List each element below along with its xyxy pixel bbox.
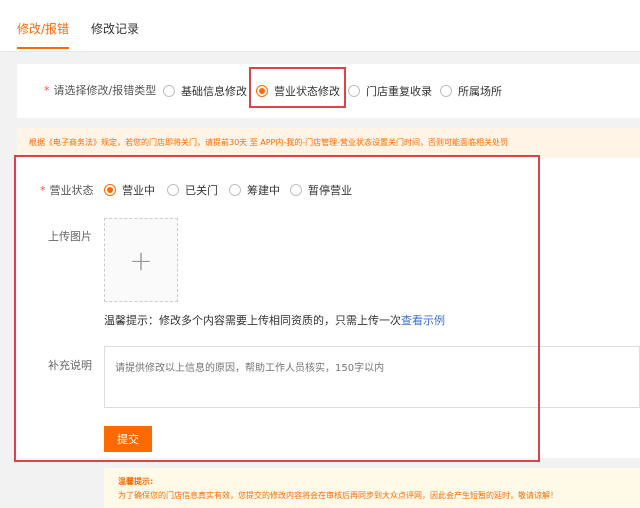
- radio-venue[interactable]: 所属场所: [440, 83, 502, 99]
- error-type-label-text: 请选择修改/报错类型: [53, 84, 157, 97]
- legal-notice-banner: 根据《电子商务法》规定，若您的门店即将关门，请提前30天 至 APP内-我的-门…: [17, 128, 640, 158]
- error-type-label: * 请选择修改/报错类型: [44, 82, 156, 98]
- active-tab-indicator: [17, 47, 69, 49]
- tab-report-error[interactable]: 修改/报错: [17, 20, 69, 37]
- tab-edit-history[interactable]: 修改记录: [91, 20, 139, 37]
- status-form-highlight: [14, 155, 540, 462]
- radio-label: 所属场所: [458, 85, 502, 98]
- radio-basic-info[interactable]: 基础信息修改: [163, 83, 247, 99]
- bottom-tip-box: 温馨提示: 为了确保您的门店信息真实有效，您提交的修改内容将会在审核后再同步到大…: [104, 468, 640, 508]
- tab-bar: 修改/报错 修改记录: [0, 0, 640, 52]
- business-status-highlight: [249, 67, 346, 108]
- bottom-tip-title: 温馨提示:: [118, 477, 154, 486]
- required-star: *: [44, 84, 50, 97]
- radio-label: 门店重复收录: [366, 85, 432, 98]
- radio-circle[interactable]: [163, 85, 175, 97]
- radio-label: 基础信息修改: [181, 85, 247, 98]
- radio-circle[interactable]: [440, 85, 452, 97]
- bottom-tip-text: 为了确保您的门店信息真实有效，您提交的修改内容将会在审核后再同步到大众点评网，因…: [118, 491, 558, 500]
- radio-circle[interactable]: [348, 85, 360, 97]
- radio-duplicate-store[interactable]: 门店重复收录: [348, 83, 432, 99]
